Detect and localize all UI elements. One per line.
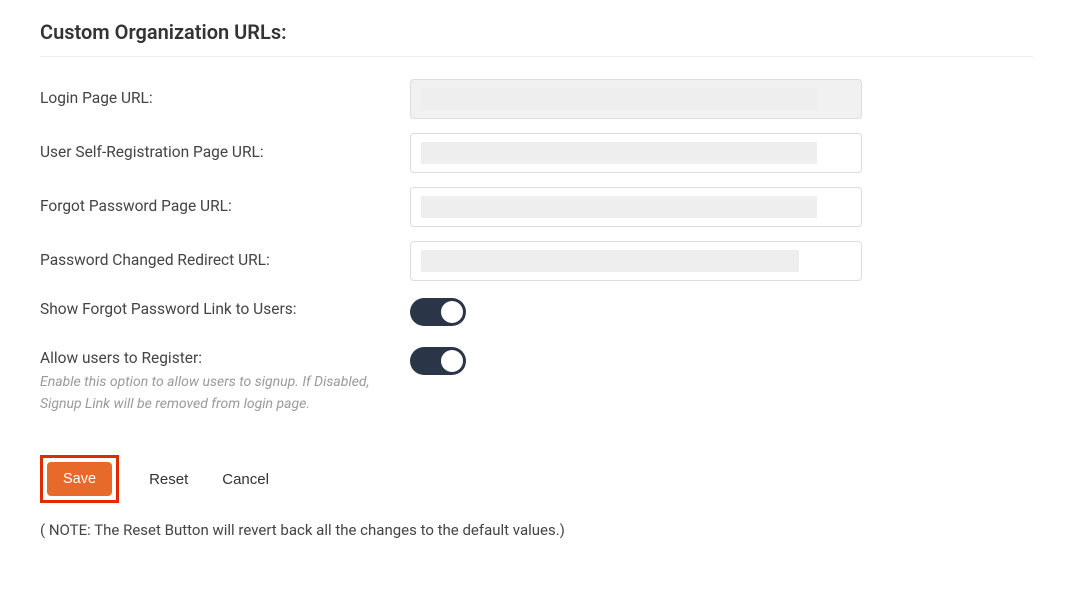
label-allow-register: Allow users to Register: xyxy=(40,349,202,367)
helper-allow-register: Enable this option to allow users to sig… xyxy=(40,372,390,415)
login-url-input xyxy=(410,79,862,119)
redacted-content xyxy=(421,88,817,110)
save-highlight-box: Save xyxy=(40,455,119,503)
reset-button[interactable]: Reset xyxy=(145,463,192,496)
redacted-content xyxy=(421,196,817,218)
row-self-reg-url: User Self-Registration Page URL: xyxy=(40,133,1033,173)
label-show-forgot-link: Show Forgot Password Link to Users: xyxy=(40,300,296,318)
label-forgot-pw-url: Forgot Password Page URL: xyxy=(40,197,232,215)
row-forgot-pw-url: Forgot Password Page URL: xyxy=(40,187,1033,227)
row-allow-register: Allow users to Register: Enable this opt… xyxy=(40,344,1033,415)
row-show-forgot-link: Show Forgot Password Link to Users: xyxy=(40,295,1033,326)
redacted-content xyxy=(421,142,817,164)
section-divider xyxy=(40,56,1033,57)
forgot-pw-url-input[interactable] xyxy=(410,187,862,227)
label-login-url: Login Page URL: xyxy=(40,89,153,107)
label-self-reg-url: User Self-Registration Page URL: xyxy=(40,143,264,161)
cancel-button[interactable]: Cancel xyxy=(218,463,273,496)
allow-register-toggle[interactable] xyxy=(410,347,466,375)
pw-changed-url-input[interactable] xyxy=(410,241,862,281)
row-login-url: Login Page URL: xyxy=(40,79,1033,119)
toggle-knob xyxy=(441,301,463,323)
toggle-knob xyxy=(441,350,463,372)
row-pw-changed-url: Password Changed Redirect URL: xyxy=(40,241,1033,281)
save-button[interactable]: Save xyxy=(47,462,112,496)
self-reg-url-input[interactable] xyxy=(410,133,862,173)
label-pw-changed-url: Password Changed Redirect URL: xyxy=(40,251,270,269)
redacted-content xyxy=(421,250,799,272)
show-forgot-link-toggle[interactable] xyxy=(410,298,466,326)
note-text: ( NOTE: The Reset Button will revert bac… xyxy=(40,521,1033,539)
section-title: Custom Organization URLs: xyxy=(40,20,1033,44)
button-row: Save Reset Cancel xyxy=(40,455,1033,503)
